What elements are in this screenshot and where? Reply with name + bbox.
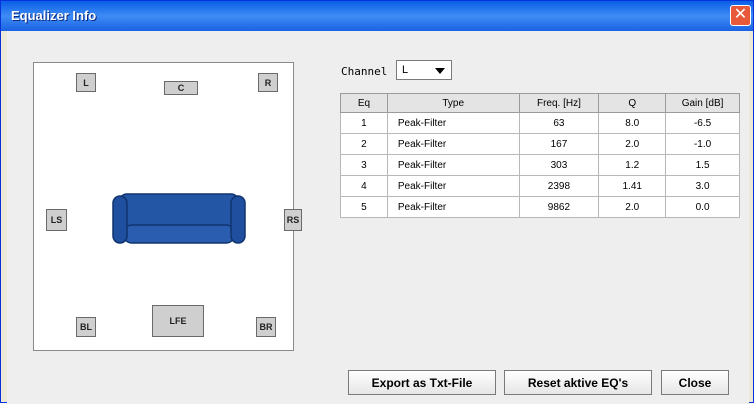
table-header-row: Eq Type Freq. [Hz] Q Gain [dB] [340, 93, 740, 113]
cell-q: 2.0 [598, 196, 667, 218]
speaker-r-label: R [264, 77, 272, 88]
equalizer-info-window: Equalizer Info ✕ L C R LS RS BL LFE BR C… [0, 0, 754, 404]
speaker-lfe[interactable]: LFE [152, 305, 204, 337]
speaker-layout-panel: L C R LS RS BL LFE BR [33, 62, 302, 351]
reset-eq-button[interactable]: Reset aktive EQ's [504, 370, 652, 395]
column-header-q[interactable]: Q [598, 93, 667, 113]
cell-freq: 167 [518, 133, 600, 155]
cell-freq: 9862 [518, 196, 600, 218]
cell-type: Peak-Filter [386, 175, 520, 197]
cell-gain: 1.5 [665, 154, 740, 176]
cell-gain: 0.0 [665, 196, 740, 218]
cell-type: Peak-Filter [386, 133, 520, 155]
cell-eq: 2 [340, 133, 388, 155]
equalizer-table: Eq Type Freq. [Hz] Q Gain [dB] 1 Peak-Fi… [340, 93, 740, 218]
speaker-l-label: L [83, 77, 89, 88]
table-row[interactable]: 3 Peak-Filter 303 1.2 1.5 [340, 154, 740, 176]
window-close-button[interactable]: ✕ [730, 5, 751, 26]
table-row[interactable]: 5 Peak-Filter 9862 2.0 0.0 [340, 196, 740, 218]
cell-gain: -1.0 [665, 133, 740, 155]
channel-selected-value: L [402, 64, 409, 76]
column-header-eq[interactable]: Eq [340, 93, 388, 113]
cell-eq: 1 [340, 112, 388, 134]
speaker-ls[interactable]: LS [46, 209, 67, 231]
sofa-icon [112, 193, 246, 244]
speaker-c-label: C [177, 83, 185, 93]
close-button[interactable]: Close [661, 370, 729, 395]
column-header-type[interactable]: Type [386, 93, 520, 113]
cell-q: 1.2 [598, 154, 667, 176]
cell-eq: 5 [340, 196, 388, 218]
cell-type: Peak-Filter [386, 112, 520, 134]
close-icon: ✕ [733, 6, 748, 23]
speaker-lfe-label: LFE [169, 316, 187, 326]
speaker-bl[interactable]: BL [76, 317, 96, 337]
table-row[interactable]: 4 Peak-Filter 2398 1.41 3.0 [340, 175, 740, 197]
dialog-content: L C R LS RS BL LFE BR Channel L Eq Type … [7, 31, 749, 404]
speaker-bl-label: BL [80, 322, 92, 332]
cell-q: 1.41 [598, 175, 667, 197]
cell-type: Peak-Filter [386, 196, 520, 218]
channel-label: Channel [341, 65, 388, 78]
cell-q: 8.0 [598, 112, 667, 134]
export-txt-button[interactable]: Export as Txt-File [348, 370, 496, 395]
table-row[interactable]: 2 Peak-Filter 167 2.0 -1.0 [340, 133, 740, 155]
title-bar[interactable]: Equalizer Info ✕ [1, 1, 753, 31]
table-row[interactable]: 1 Peak-Filter 63 8.0 -6.5 [340, 112, 740, 134]
speaker-ls-label: LS [50, 215, 63, 225]
column-header-freq[interactable]: Freq. [Hz] [518, 93, 600, 113]
speaker-l[interactable]: L [76, 73, 96, 92]
speaker-rs[interactable]: RS [284, 209, 302, 231]
speaker-r[interactable]: R [258, 73, 278, 92]
column-header-gain[interactable]: Gain [dB] [665, 93, 740, 113]
speaker-br-label: BR [259, 322, 273, 332]
cell-eq: 3 [340, 154, 388, 176]
speaker-br[interactable]: BR [256, 317, 276, 337]
speaker-rs-label: RS [286, 215, 300, 225]
cell-gain: -6.5 [665, 112, 740, 134]
cell-freq: 63 [518, 112, 600, 134]
window-title: Equalizer Info [11, 8, 97, 23]
cell-freq: 2398 [518, 175, 600, 197]
channel-dropdown[interactable]: L [396, 60, 452, 80]
cell-freq: 303 [518, 154, 600, 176]
cell-gain: 3.0 [665, 175, 740, 197]
cell-eq: 4 [340, 175, 388, 197]
cell-type: Peak-Filter [386, 154, 520, 176]
cell-q: 2.0 [598, 133, 667, 155]
speaker-c[interactable]: C [164, 81, 198, 95]
chevron-down-icon[interactable] [435, 68, 445, 74]
